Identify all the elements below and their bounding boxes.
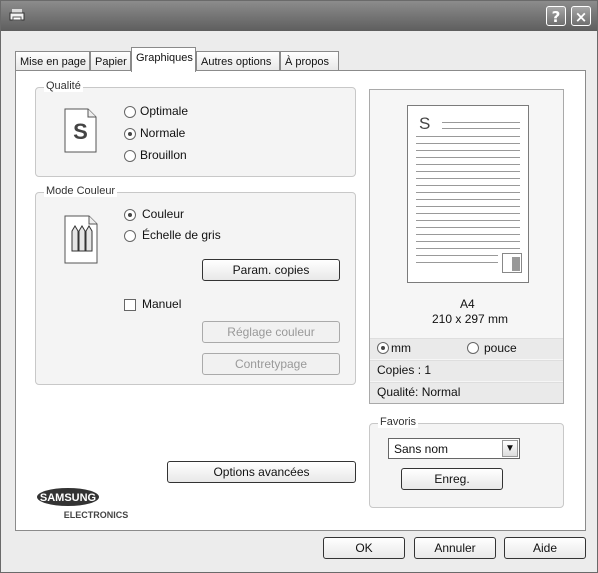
paper-size: 210 x 297 mm [432, 312, 509, 326]
paper-format: A4 [460, 297, 475, 311]
advanced-options-button[interactable]: Options avancées [167, 461, 356, 483]
favorites-legend: Favoris [378, 416, 419, 428]
cancel-button[interactable]: Annuler [414, 537, 496, 559]
quality-normale-label: Normale [140, 126, 186, 140]
svg-text:SAMSUNG: SAMSUNG [40, 492, 96, 504]
tab-autres-options[interactable]: Autres options [196, 51, 280, 71]
tab-graphiques[interactable]: Graphiques [131, 47, 196, 72]
paper-preview: S [407, 105, 529, 283]
samsung-logo-icon: SAMSUNG ELECTRONICS [37, 488, 129, 520]
color-radio[interactable] [124, 209, 136, 221]
tab-papier[interactable]: Papier [90, 51, 131, 71]
help-action-button[interactable]: Aide [504, 537, 586, 559]
ok-button[interactable]: OK [323, 537, 405, 559]
tab-a-propos[interactable]: À propos [280, 51, 339, 71]
unit-mm-radio[interactable] [377, 342, 389, 354]
quality-document-icon: S [64, 108, 97, 153]
quality-optimale-label: Optimale [140, 104, 189, 118]
tab-mise-en-page[interactable]: Mise en page [15, 51, 90, 71]
quality-text: Qualité: Normal [377, 385, 461, 399]
print-properties-window: ? × Mise en page Papier Graphiques Autre… [0, 0, 598, 573]
quality-brouillon-label: Brouillon [140, 148, 187, 162]
svg-text:ELECTRONICS: ELECTRONICS [64, 510, 129, 520]
unit-mm-label: mm [391, 341, 411, 355]
quality-optimale-radio[interactable] [124, 106, 136, 118]
contretypage-button[interactable]: Contretypage [202, 353, 340, 375]
quality-normale-radio[interactable] [124, 128, 136, 140]
grayscale-radio[interactable] [124, 230, 136, 242]
color-label: Couleur [142, 207, 185, 221]
paper-letter: S [419, 114, 431, 133]
param-copies-button[interactable]: Param. copies [202, 259, 340, 281]
page-preview-box: S A4 210 x 297 mm mm pouce Copies: 1 Qu… [369, 89, 564, 404]
copies-text: Copies : 1 [377, 363, 432, 377]
quality-brouillon-radio[interactable] [124, 150, 136, 162]
quality-legend: Qualité [44, 80, 83, 92]
manual-checkbox[interactable] [124, 299, 136, 311]
save-favorite-button[interactable]: Enreg. [401, 468, 503, 490]
manual-label: Manuel [142, 297, 182, 311]
color-adjust-button[interactable]: Réglage couleur [202, 321, 340, 343]
unit-inch-radio[interactable] [467, 342, 479, 354]
color-mode-icon [64, 215, 98, 264]
svg-text:S: S [73, 119, 88, 144]
favorites-group: Favoris Sans nom ▼ Enreg. [369, 416, 564, 508]
help-button[interactable]: ? [546, 6, 566, 26]
close-button[interactable]: × [571, 6, 591, 26]
title-bar: ? × [1, 1, 597, 31]
color-mode-legend: Mode Couleur [44, 185, 118, 197]
printer-icon [9, 9, 25, 21]
favorites-selected-value: Sans nom [394, 442, 449, 456]
samsung-electronics-logo: SAMSUNG ELECTRONICS [35, 485, 165, 522]
chevron-down-icon[interactable]: ▼ [502, 440, 518, 457]
color-mode-group: Mode Couleur Couleur Échelle de gris Par… [35, 185, 356, 385]
grayscale-label: Échelle de gris [142, 228, 221, 242]
favorites-select[interactable]: Sans nom ▼ [388, 438, 520, 459]
quality-group: Qualité S Optimale Normale Brouillon [35, 80, 356, 177]
unit-inch-label: pouce [484, 341, 517, 355]
